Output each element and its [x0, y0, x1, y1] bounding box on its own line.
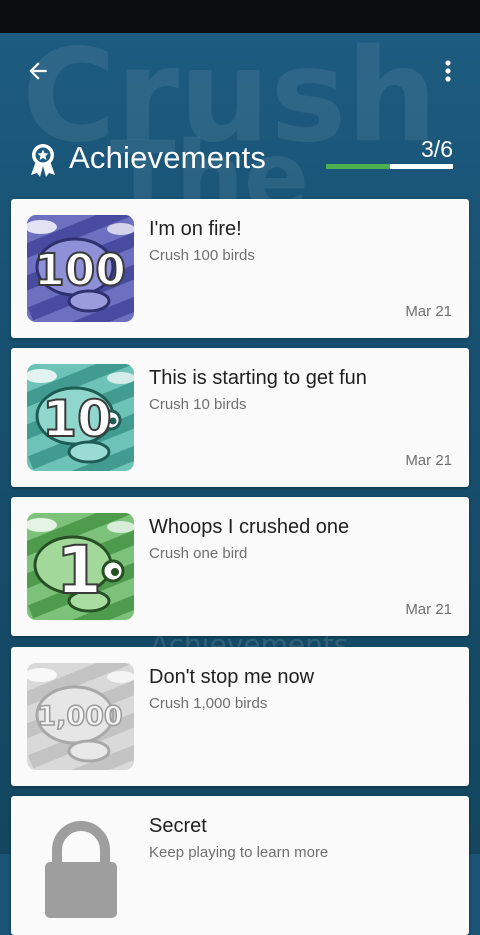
progress-bar-fill: [326, 164, 390, 169]
achievement-card[interactable]: 1,000 Don't stop me now Crush 1,000 bird…: [11, 647, 469, 786]
status-bar: [0, 0, 480, 33]
arrow-back-icon: [29, 62, 47, 80]
more-vert-icon: [445, 60, 451, 82]
progress-count: 3/6: [421, 136, 453, 162]
achievement-title: I'm on fire!: [149, 218, 242, 240]
lock-icon: [27, 812, 134, 919]
page-title: Achievements: [69, 140, 267, 175]
svg-text:100: 100: [34, 245, 126, 296]
achievement-date: Mar 21: [405, 452, 452, 469]
achievement-description: Crush one bird: [149, 545, 248, 562]
achievement-description: Keep playing to learn more: [149, 844, 329, 861]
award-icon: [31, 144, 55, 177]
achievement-title: This is starting to get fun: [149, 367, 367, 389]
achievement-description: Crush 100 birds: [149, 247, 255, 264]
achievement-badge-1: 1: [27, 513, 134, 620]
achievement-title: Don't stop me now: [149, 666, 315, 688]
achievement-card[interactable]: 1 Whoops I crushed one Crush one bird Ma…: [11, 497, 469, 636]
achievement-badge-1000: 1,000: [27, 663, 134, 770]
achievement-card[interactable]: 100 I'm on fire! Crush 100 birds Mar 21: [11, 199, 469, 338]
achievement-badge-10: 10: [27, 364, 134, 471]
achievement-card-secret[interactable]: Secret Keep playing to learn more: [11, 796, 469, 935]
back-button[interactable]: [18, 53, 58, 89]
achievement-date: Mar 21: [405, 303, 452, 320]
achievement-date: Mar 21: [405, 601, 452, 618]
svg-text:1: 1: [56, 532, 102, 609]
app-toolbar: [0, 33, 480, 109]
achievement-title: Whoops I crushed one: [149, 516, 350, 538]
svg-text:10: 10: [42, 390, 112, 448]
overflow-menu-button[interactable]: [428, 51, 468, 91]
progress-bar: [326, 164, 453, 169]
achievement-badge-100: 100: [27, 215, 134, 322]
achievement-description: Crush 1,000 birds: [149, 695, 268, 712]
svg-text:1,000: 1,000: [37, 701, 122, 732]
achievement-description: Crush 10 birds: [149, 396, 247, 413]
achievement-card[interactable]: 10 This is starting to get fun Crush 10 …: [11, 348, 469, 487]
achievements-header: Achievements 3/6: [0, 130, 480, 190]
achievement-title: Secret: [149, 815, 207, 837]
